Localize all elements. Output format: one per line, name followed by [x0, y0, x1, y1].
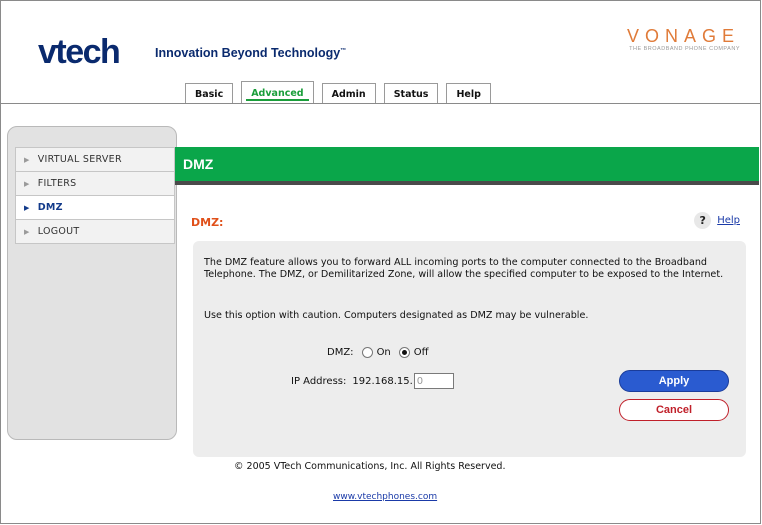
dmz-toggle-row: DMZ: On Off [327, 347, 429, 358]
header-divider [1, 103, 760, 104]
sidebar-item-label: VIRTUAL SERVER [37, 154, 122, 165]
tagline-text: Innovation Beyond Technology [155, 46, 341, 60]
tab-status[interactable]: Status [383, 83, 439, 104]
page-frame: vtech Innovation Beyond Technology™ VONA… [0, 0, 761, 524]
vtech-logo: vtech [38, 33, 121, 71]
vtech-website-link[interactable]: www.vtechphones.com [333, 492, 437, 502]
apply-button[interactable]: Apply [619, 370, 729, 392]
dmz-caution-note: Use this option with caution. Computers … [204, 310, 589, 321]
arrow-right-icon: ▶ [24, 227, 30, 236]
ip-prefix: 192.168.15. [352, 375, 413, 387]
dmz-off-label: Off [413, 347, 429, 358]
section-title: DMZ: [191, 216, 224, 229]
help-control[interactable]: ? Help [694, 212, 740, 229]
ip-address-row: IP Address: 192.168.15. [291, 373, 454, 389]
page-banner: DMZ [175, 147, 759, 185]
dmz-on-label: On [376, 347, 391, 358]
sidebar-item-label: DMZ [37, 202, 63, 213]
tab-advanced[interactable]: Advanced [241, 81, 314, 104]
tagline-trademark: ™ [340, 47, 347, 54]
vonage-wordmark: VONAGE [626, 26, 740, 46]
tab-admin[interactable]: Admin [321, 83, 376, 104]
sidebar-item-label: FILTERS [37, 178, 77, 189]
tab-basic[interactable]: Basic [185, 83, 234, 104]
dmz-on-radio[interactable] [361, 347, 373, 358]
dmz-off-radio[interactable] [398, 347, 410, 358]
arrow-right-icon: ▶ [24, 203, 30, 212]
dmz-label: DMZ: [327, 347, 354, 358]
help-link[interactable]: Help [717, 215, 740, 226]
tagline: Innovation Beyond Technology™ [155, 46, 346, 60]
vonage-logo: VONAGE THE BROADBAND PHONE COMPANY [627, 27, 740, 52]
help-icon[interactable]: ? [694, 212, 712, 229]
arrow-right-icon: ▶ [24, 155, 30, 164]
cancel-button[interactable]: Cancel [619, 399, 729, 421]
tab-help[interactable]: Help [446, 83, 491, 104]
sidebar-item-filters[interactable]: ▶ FILTERS [15, 171, 175, 195]
sidebar-item-logout[interactable]: ▶ LOGOUT [15, 219, 175, 244]
tab-bar: Basic Advanced Admin Status Help [185, 81, 491, 104]
sidebar-menu: ▶ VIRTUAL SERVER ▶ FILTERS ▶ DMZ ▶ LOGOU… [15, 147, 175, 244]
sidebar-item-label: LOGOUT [37, 226, 80, 237]
copyright-text: © 2005 VTech Communications, Inc. All Ri… [234, 461, 506, 472]
vonage-subtitle: THE BROADBAND PHONE COMPANY [629, 46, 740, 52]
ip-address-label: IP Address: [291, 375, 347, 387]
sidebar-item-virtual-server[interactable]: ▶ VIRTUAL SERVER [15, 147, 175, 171]
ip-last-octet-input[interactable] [413, 373, 454, 389]
dmz-description: The DMZ feature allows you to forward AL… [204, 257, 724, 280]
arrow-right-icon: ▶ [24, 179, 30, 188]
sidebar-item-dmz[interactable]: ▶ DMZ [15, 195, 175, 219]
page-title: DMZ [183, 156, 214, 172]
